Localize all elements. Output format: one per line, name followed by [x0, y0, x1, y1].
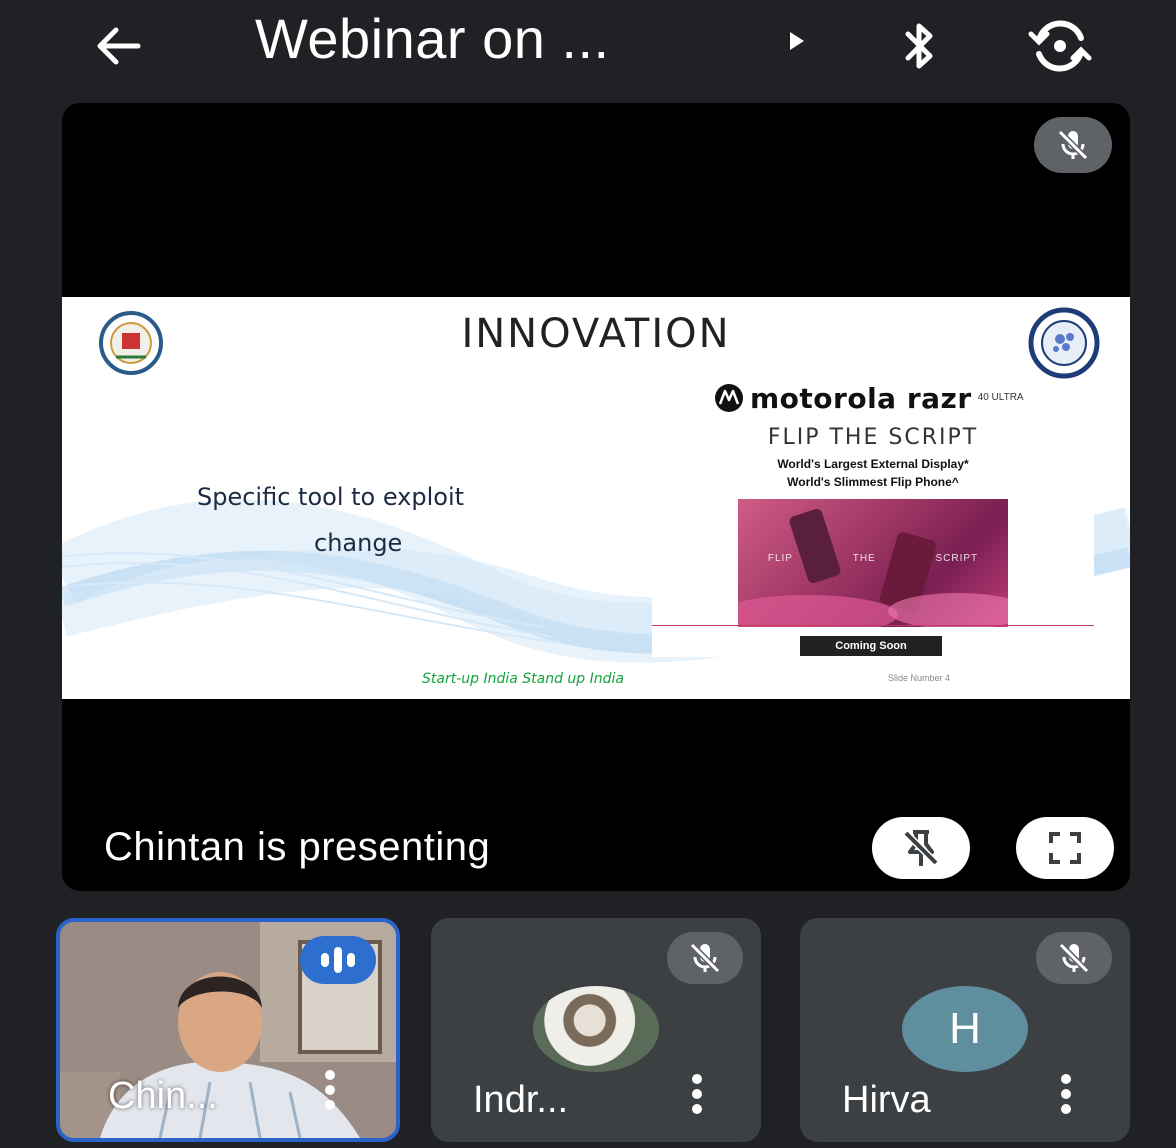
participant-avatar-initial: H: [902, 986, 1028, 1072]
slide-footer: Start-up India Stand up India: [422, 671, 625, 687]
back-arrow-icon[interactable]: [88, 18, 148, 74]
caret-right-icon[interactable]: [790, 32, 804, 50]
ad-divider: [652, 625, 1094, 626]
participant-name: Hirva: [842, 1079, 931, 1121]
fullscreen-button[interactable]: [1016, 817, 1114, 879]
slide-body-line: Specific tool to exploit: [197, 483, 465, 511]
bluetooth-icon[interactable]: [888, 16, 952, 76]
participant-name: Indr...: [473, 1079, 569, 1121]
ad-claim: World's Slimmest Flip Phone^: [787, 475, 959, 489]
more-options-icon[interactable]: [324, 1070, 336, 1110]
participant-name: Chin...: [108, 1075, 218, 1117]
mic-off-icon: [1034, 117, 1112, 173]
presenting-label: Chintan is presenting: [104, 825, 491, 869]
shared-slide: INNOVATION Specific tool to exploit chan…: [62, 297, 1130, 699]
ad-tagline: FLIP THE SCRIPT: [767, 425, 979, 450]
ad-brand-row: motorola razr 40 ULTRA: [714, 381, 1024, 415]
switch-camera-icon[interactable]: [1022, 14, 1098, 78]
more-options-icon[interactable]: [1060, 1074, 1072, 1114]
ad-phone-photo: FLIP THE SCRIPT: [738, 499, 1008, 627]
participant-tile-hirva[interactable]: H Hirva: [800, 918, 1130, 1142]
presentation-tile[interactable]: INNOVATION Specific tool to exploit chan…: [62, 103, 1130, 891]
slide-number: Slide Number 4: [888, 673, 951, 683]
participant-avatar-photo: [533, 986, 659, 1072]
top-bar: Webinar on ...: [0, 0, 1176, 96]
more-options-icon[interactable]: [691, 1074, 703, 1114]
ad-coming-soon-button: Coming Soon: [800, 636, 942, 656]
mic-off-icon: [667, 932, 743, 984]
ad-claim: World's Largest External Display*: [777, 457, 969, 471]
unpin-button[interactable]: [872, 817, 970, 879]
ad-brand: motorola razr: [750, 381, 972, 415]
participant-tile-chintan[interactable]: Chin...: [56, 918, 400, 1142]
slide-body-line: change: [314, 529, 403, 557]
unpin-icon: [903, 830, 939, 866]
embedded-ad: motorola razr 40 ULTRA FLIP THE SCRIPT W…: [652, 381, 1094, 657]
fullscreen-icon: [1049, 832, 1081, 864]
slide-title: INNOVATION: [461, 311, 731, 357]
mic-off-icon: [1036, 932, 1112, 984]
ad-model: 40 ULTRA: [977, 392, 1024, 403]
meeting-title[interactable]: Webinar on ...: [255, 6, 610, 71]
speaking-indicator-icon: [300, 936, 376, 984]
motorola-logo-icon: [715, 384, 743, 412]
ad-photo-caption: FLIP THE SCRIPT: [767, 553, 979, 564]
participant-tile-indr[interactable]: Indr...: [431, 918, 761, 1142]
